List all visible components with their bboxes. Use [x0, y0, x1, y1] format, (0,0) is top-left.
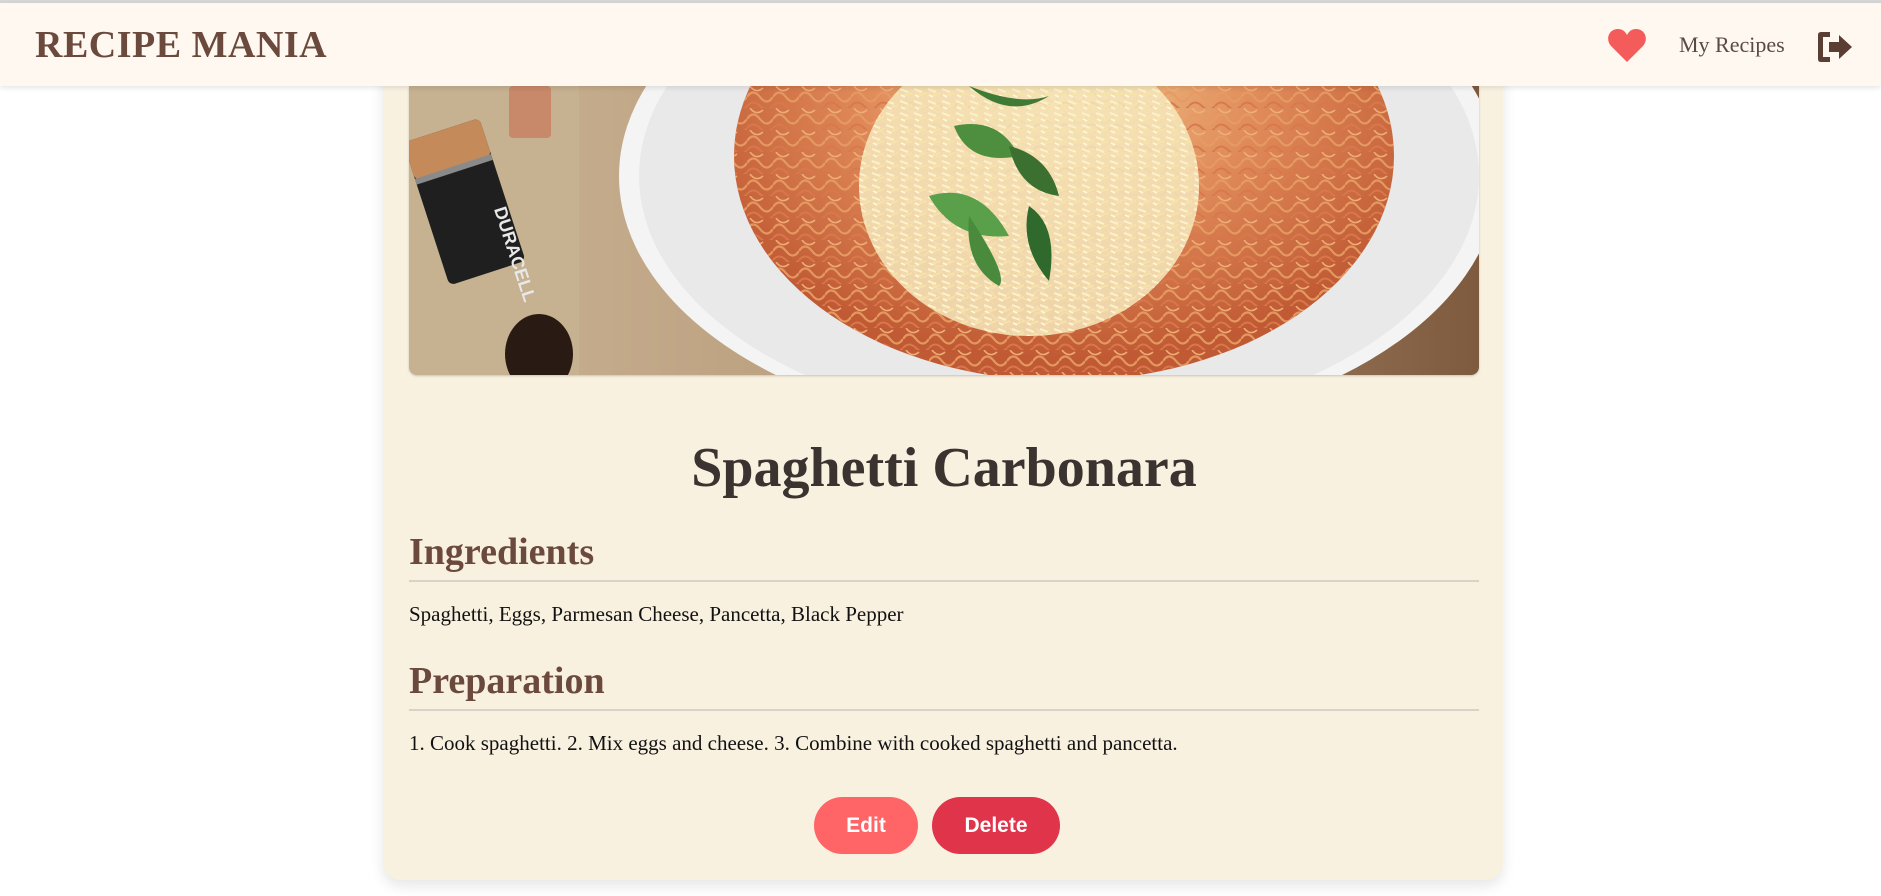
logout-icon[interactable] — [1815, 31, 1853, 63]
ingredients-text: Spaghetti, Eggs, Parmesan Cheese, Pancet… — [409, 602, 904, 626]
edit-button[interactable]: Edit — [814, 797, 918, 854]
recipe-photo: DURACELL — [409, 86, 1479, 375]
delete-button[interactable]: Delete — [932, 797, 1060, 854]
preparation-text: 1. Cook spaghetti. 2. Mix eggs and chees… — [409, 731, 1178, 755]
top-navbar: RECIPE MANIA My Recipes — [0, 3, 1881, 86]
ingredients-heading: Ingredients — [409, 530, 1479, 582]
brand-logo[interactable]: RECIPE MANIA — [35, 23, 327, 67]
spaghetti-plate-image: DURACELL — [409, 86, 1479, 375]
my-recipes-link[interactable]: My Recipes — [1679, 32, 1785, 58]
recipe-title: Spaghetti Carbonara — [691, 437, 1197, 499]
preparation-heading: Preparation — [409, 659, 1479, 711]
heart-icon[interactable] — [1607, 28, 1647, 64]
